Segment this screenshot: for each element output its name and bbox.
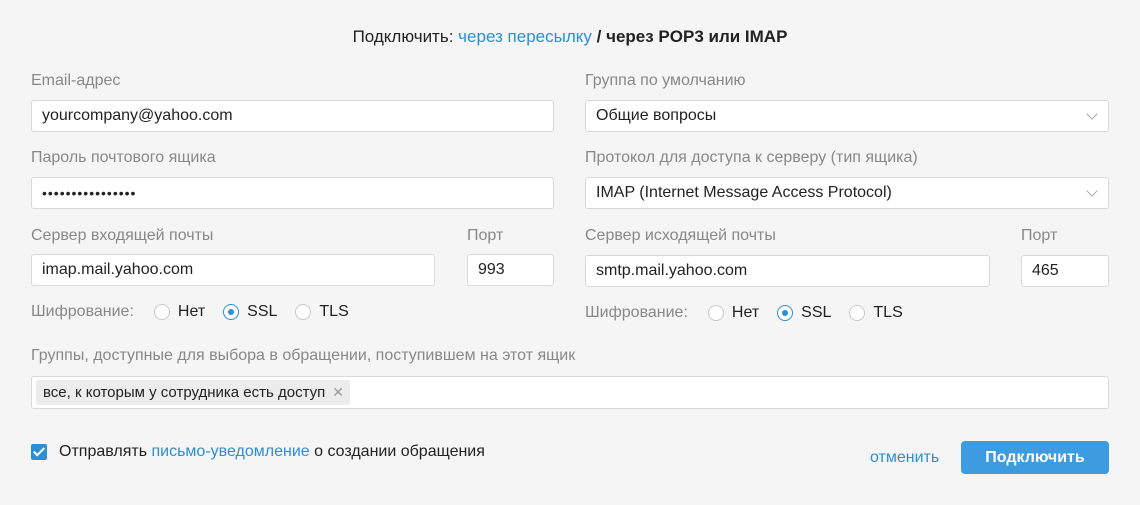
outgoing-radio-tls[interactable] (849, 305, 866, 321)
email-input[interactable]: yourcompany@yahoo.com (31, 100, 554, 132)
incoming-encryption-label: Шифрование: (31, 303, 134, 320)
incoming-radio-ssl[interactable] (223, 304, 240, 320)
notification-letter-link[interactable]: письмо-уведомление (151, 443, 309, 460)
chevron-down-icon (1086, 185, 1098, 197)
pop3-imap-option: через POP3 или IMAP (606, 27, 788, 46)
protocol-label: Протокол для доступа к серверу (тип ящик… (585, 149, 918, 166)
notification-text-before: Отправлять (59, 443, 148, 460)
outgoing-encryption-label: Шифрование: (585, 304, 688, 321)
groups-label: Группы, доступные для выбора в обращении… (31, 347, 576, 364)
notification-text-after: о создании обращения (314, 443, 485, 460)
incoming-server-input[interactable]: imap.mail.yahoo.com (31, 254, 435, 286)
close-icon[interactable]: ✕ (332, 380, 344, 405)
cancel-button[interactable]: отменить (870, 447, 939, 469)
connect-method-header: Подключить: через пересылку / через POP3… (0, 26, 1140, 48)
outgoing-option-none-label: Нет (731, 304, 760, 321)
default-group-label: Группа по умолчанию (585, 72, 746, 89)
group-tag: все, к которым у сотрудника есть доступ … (36, 380, 350, 405)
incoming-port-input[interactable]: 993 (467, 254, 554, 286)
notification-checkbox[interactable] (31, 444, 47, 460)
incoming-encryption-row: Шифрование: Нет SSL TLS (31, 300, 367, 324)
outgoing-option-tls-label: TLS (873, 304, 903, 321)
incoming-radio-none[interactable] (153, 304, 170, 320)
incoming-port-label: Порт (467, 227, 504, 244)
outgoing-port-input[interactable]: 465 (1021, 255, 1109, 287)
protocol-value: IMAP (Internet Message Access Protocol) (596, 184, 892, 201)
incoming-option-tls-label: TLS (319, 303, 349, 320)
default-group-value: Общие вопросы (596, 107, 717, 124)
header-separator: / (596, 27, 602, 46)
outgoing-option-ssl-label: SSL (801, 304, 832, 321)
outgoing-port-label: Порт (1021, 227, 1058, 244)
outgoing-server-input[interactable]: smtp.mail.yahoo.com (585, 255, 990, 287)
chevron-down-icon (1086, 108, 1098, 120)
password-label: Пароль почтового ящика (31, 149, 216, 166)
password-input[interactable]: •••••••••••••••• (31, 177, 554, 209)
outgoing-server-label: Сервер исходящей почты (585, 227, 776, 244)
incoming-option-none-label: Нет (177, 303, 206, 320)
protocol-select[interactable]: IMAP (Internet Message Access Protocol) (585, 177, 1109, 209)
incoming-radio-tls[interactable] (295, 304, 312, 320)
groups-tag-input[interactable]: все, к которым у сотрудника есть доступ … (31, 376, 1109, 409)
notification-text: Отправлять письмо-уведомление о создании… (59, 441, 485, 463)
outgoing-encryption-row: Шифрование: Нет SSL TLS (585, 301, 921, 325)
group-tag-label: все, к которым у сотрудника есть доступ (43, 384, 326, 401)
connect-button[interactable]: Подключить (961, 441, 1109, 474)
email-label: Email-адрес (31, 72, 121, 89)
incoming-server-label: Сервер входящей почты (31, 227, 214, 244)
default-group-select[interactable]: Общие вопросы (585, 100, 1109, 132)
connect-prefix: Подключить: (352, 27, 454, 46)
outgoing-radio-none[interactable] (707, 305, 724, 321)
forward-option-link[interactable]: через пересылку (458, 27, 592, 46)
incoming-option-ssl-label: SSL (247, 303, 278, 320)
outgoing-radio-ssl[interactable] (777, 305, 794, 321)
